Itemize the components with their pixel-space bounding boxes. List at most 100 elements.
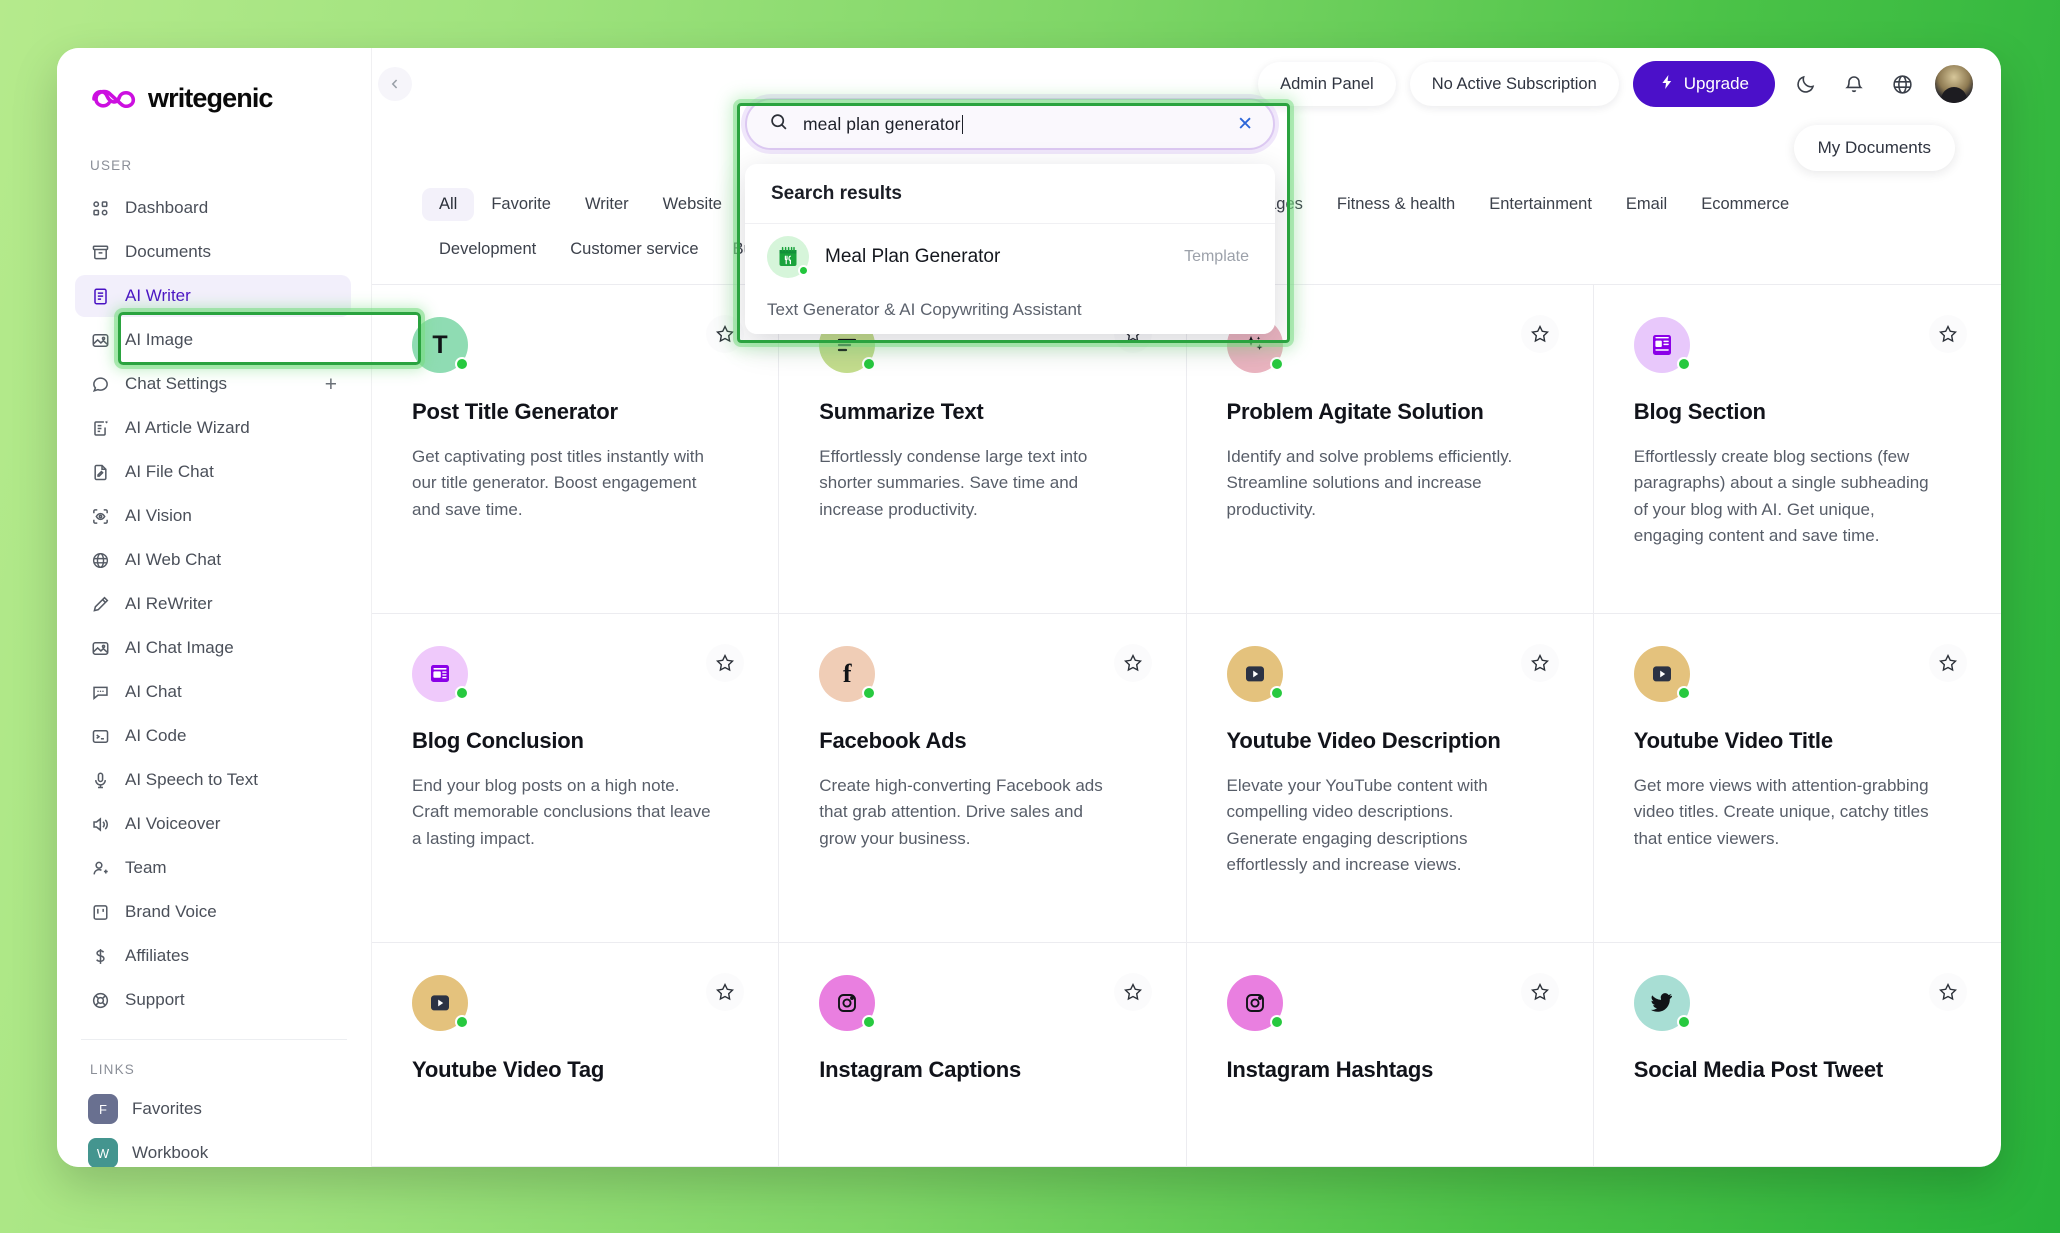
sidebar-item-chat-settings[interactable]: Chat Settings + bbox=[75, 363, 351, 405]
avatar[interactable] bbox=[1933, 63, 1975, 105]
sidebar-nav: Dashboard Documents AI Writer AI Image C… bbox=[57, 187, 371, 1021]
card-description: Create high-converting Facebook ads that… bbox=[819, 776, 1103, 848]
star-outline-icon[interactable] bbox=[1929, 315, 1967, 353]
tab-all[interactable]: All bbox=[422, 188, 475, 221]
star-outline-icon[interactable] bbox=[706, 644, 745, 683]
bell-icon[interactable] bbox=[1837, 67, 1871, 101]
card-icon-wrap bbox=[1226, 975, 1284, 1032]
status-dot bbox=[798, 265, 809, 276]
card-title: Facebook Ads bbox=[819, 728, 967, 754]
sidebar-item-ai-chat-image[interactable]: AI Chat Image bbox=[75, 627, 351, 669]
template-card[interactable]: Problem Agitate Solution Identify and so… bbox=[1186, 285, 1594, 615]
star-outline-icon[interactable] bbox=[706, 315, 745, 353]
card-icon-wrap bbox=[819, 975, 877, 1032]
card-description: Elevate your YouTube content with compel… bbox=[1226, 776, 1488, 875]
sidebar-item-ai-code[interactable]: AI Code bbox=[75, 715, 351, 757]
sidebar-item-documents[interactable]: Documents bbox=[75, 231, 351, 273]
card-glyph: f bbox=[842, 659, 852, 689]
sidebar-item-label: Team bbox=[125, 858, 167, 877]
close-x-icon[interactable]: ✕ bbox=[1237, 115, 1253, 134]
template-card[interactable]: Youtube Video Description Elevate your Y… bbox=[1186, 614, 1594, 944]
upgrade-button[interactable]: Upgrade bbox=[1632, 61, 1775, 107]
brand-logo[interactable]: writegenic bbox=[57, 48, 371, 120]
search-result-item[interactable]: Meal Plan Generator Template bbox=[745, 224, 1275, 290]
text-caret bbox=[961, 114, 964, 134]
sidebar-item-label: AI Chat bbox=[125, 682, 182, 701]
sidebar-item-ai-article-wizard[interactable]: AI Article Wizard bbox=[75, 407, 351, 449]
sidebar-item-ai-web-chat[interactable]: AI Web Chat bbox=[75, 539, 351, 581]
search-input-value[interactable]: meal plan generator bbox=[803, 114, 1223, 135]
template-card[interactable]: Blog Conclusion End your blog posts on a… bbox=[372, 614, 780, 944]
sidebar-item-team[interactable]: Team bbox=[75, 847, 351, 889]
template-card[interactable]: Instagram Captions bbox=[779, 943, 1187, 1167]
sidebar-link-label: Workbook bbox=[132, 1143, 209, 1162]
card-title: Summarize Text bbox=[819, 399, 984, 424]
star-outline-icon[interactable] bbox=[1520, 973, 1559, 1012]
template-card[interactable]: Youtube Video Tag bbox=[372, 943, 780, 1167]
sidebar-item-affiliates[interactable]: Affiliates bbox=[75, 935, 351, 977]
template-card[interactable]: f Facebook Ads Create high-converting Fa… bbox=[779, 614, 1187, 944]
sidebar-item-ai-writer[interactable]: AI Writer bbox=[75, 275, 351, 317]
tab-website[interactable]: Website bbox=[646, 188, 739, 221]
star-outline-icon[interactable] bbox=[1520, 644, 1559, 683]
sidebar-item-label: AI ReWriter bbox=[125, 594, 213, 613]
add-chat-icon[interactable]: + bbox=[325, 374, 337, 395]
tab-writer[interactable]: Writer bbox=[568, 188, 646, 221]
admin-panel-button[interactable]: Admin Panel bbox=[1258, 62, 1396, 106]
dollar-icon bbox=[90, 946, 111, 967]
sidebar-link-favorites[interactable]: F Favorites bbox=[75, 1087, 351, 1131]
template-card[interactable]: Blog Section Effortlessly create blog se… bbox=[1593, 285, 2001, 615]
my-documents-button[interactable]: My Documents bbox=[1793, 125, 1955, 171]
sidebar-item-ai-vision[interactable]: AI Vision bbox=[75, 495, 351, 537]
tab-ecommerce[interactable]: Ecommerce bbox=[1684, 188, 1806, 221]
sidebar-link-workbook[interactable]: W Workbook bbox=[75, 1131, 351, 1167]
document-text-icon bbox=[90, 286, 111, 307]
card-title: Blog Conclusion bbox=[412, 728, 584, 754]
search-input[interactable]: meal plan generator ✕ bbox=[745, 98, 1275, 150]
sidebar-item-label: AI Voiceover bbox=[125, 814, 221, 833]
star-outline-icon[interactable] bbox=[1113, 973, 1152, 1012]
star-outline-icon[interactable] bbox=[1929, 973, 1967, 1012]
sidebar-item-label: AI Chat Image bbox=[125, 638, 234, 657]
sidebar-item-ai-image[interactable]: AI Image bbox=[75, 319, 351, 361]
moon-icon[interactable] bbox=[1789, 67, 1823, 101]
sidebar-item-brand-voice[interactable]: Brand Voice bbox=[75, 891, 351, 933]
template-card[interactable]: T Post Title Generator Get captivating p… bbox=[372, 285, 780, 615]
star-outline-icon[interactable] bbox=[1520, 315, 1559, 353]
status-dot bbox=[455, 1015, 469, 1030]
tab-development[interactable]: Development bbox=[422, 233, 553, 266]
topbar-actions: Admin Panel No Active Subscription Upgra… bbox=[1258, 61, 1975, 107]
tab-favorite[interactable]: Favorite bbox=[474, 188, 568, 221]
star-outline-icon[interactable] bbox=[706, 973, 745, 1012]
star-outline-icon[interactable] bbox=[1929, 644, 1967, 683]
sidebar-item-support[interactable]: Support bbox=[75, 979, 351, 1021]
sidebar-section-links: LINKS bbox=[90, 1062, 136, 1077]
sidebar-item-label: AI Code bbox=[125, 726, 187, 745]
card-icon-wrap bbox=[1226, 646, 1284, 703]
tab-fitness-health[interactable]: Fitness & health bbox=[1320, 188, 1472, 221]
sidebar-item-ai-voiceover[interactable]: AI Voiceover bbox=[75, 803, 351, 845]
sidebar-item-ai-speech-to-text[interactable]: AI Speech to Text bbox=[75, 759, 351, 801]
tab-customer-service[interactable]: Customer service bbox=[553, 233, 715, 266]
template-card[interactable]: Social Media Post Tweet bbox=[1593, 943, 2001, 1167]
card-icon-wrap bbox=[1633, 975, 1691, 1032]
template-card[interactable]: Instagram Hashtags bbox=[1186, 943, 1594, 1167]
sidebar-item-ai-chat[interactable]: AI Chat bbox=[75, 671, 351, 713]
template-card[interactable]: Youtube Video Title Get more views with … bbox=[1593, 614, 2001, 944]
status-dot bbox=[1269, 686, 1284, 701]
star-outline-icon[interactable] bbox=[1113, 644, 1152, 683]
card-icon-wrap bbox=[1633, 317, 1691, 373]
sidebar-item-ai-rewriter[interactable]: AI ReWriter bbox=[75, 583, 351, 625]
globe-icon[interactable] bbox=[1885, 67, 1919, 101]
template-card[interactable]: Summarize Text Effortlessly condense lar… bbox=[779, 285, 1187, 615]
sidebar-item-ai-file-chat[interactable]: AI File Chat bbox=[75, 451, 351, 493]
sidebar-item-dashboard[interactable]: Dashboard bbox=[75, 187, 351, 229]
tab-email[interactable]: Email bbox=[1609, 188, 1684, 221]
file-pen-icon bbox=[90, 462, 111, 483]
tab-entertainment[interactable]: Entertainment bbox=[1472, 188, 1609, 221]
sidebar-collapse-icon[interactable] bbox=[378, 67, 412, 101]
search-results-panel: Search results Meal Plan Generator Templ… bbox=[745, 164, 1275, 334]
subscription-status-button[interactable]: No Active Subscription bbox=[1409, 62, 1619, 106]
chat-bubble-icon bbox=[90, 374, 111, 395]
lifebuoy-icon bbox=[90, 990, 111, 1011]
